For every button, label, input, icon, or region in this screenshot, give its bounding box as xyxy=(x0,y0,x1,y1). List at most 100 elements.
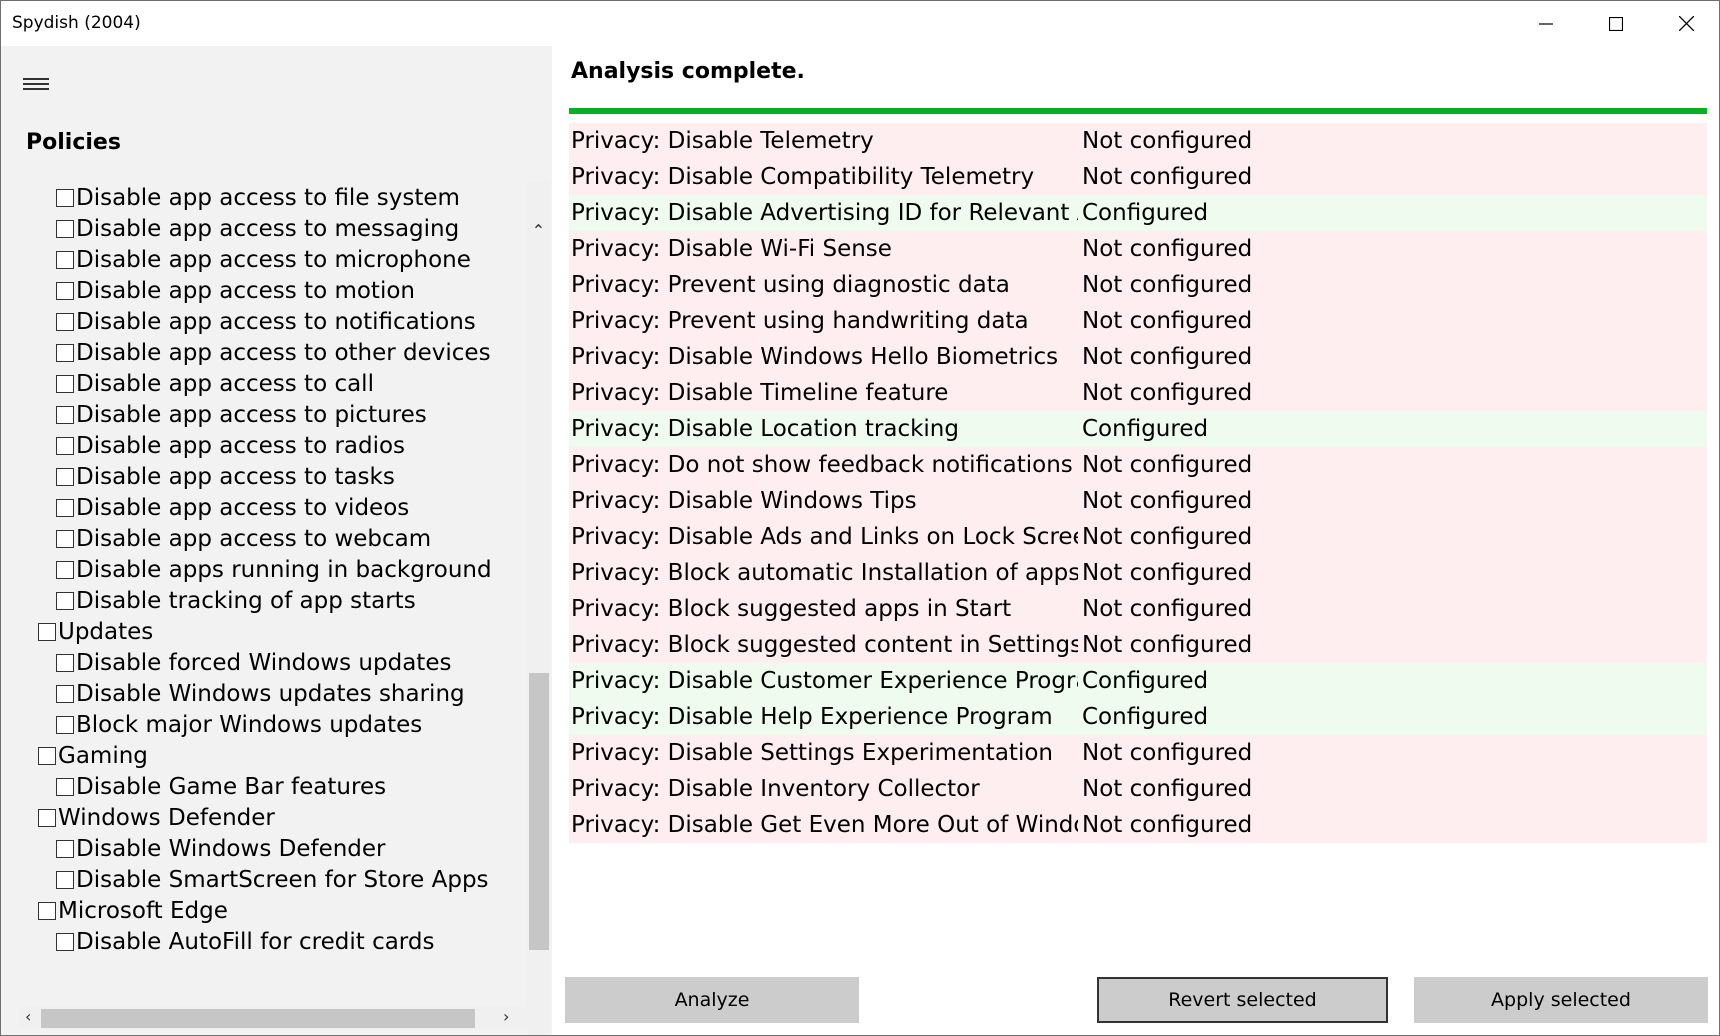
result-row[interactable]: Privacy: Block suggested apps in Start No… xyxy=(569,591,1707,627)
result-row[interactable]: Privacy: Prevent using handwriting data N… xyxy=(569,303,1707,339)
result-row[interactable]: Privacy: Disable Windows Hello Biometric… xyxy=(569,339,1707,375)
tree-item[interactable]: Block major Windows updates xyxy=(56,708,422,742)
tree-item[interactable]: Disable app access to webcam xyxy=(56,522,431,556)
result-name: Privacy: Block suggested apps in Start xyxy=(571,596,1012,622)
tree-item[interactable]: Disable Windows updates sharing xyxy=(56,677,465,711)
scroll-left-icon[interactable]: ‹ xyxy=(25,1007,31,1026)
tree-item[interactable]: Disable apps running in background xyxy=(56,553,492,587)
checkbox[interactable] xyxy=(38,902,56,920)
checkbox[interactable] xyxy=(56,654,74,672)
result-row[interactable]: Privacy: Disable Customer Experience Pro… xyxy=(569,663,1707,699)
checkbox[interactable] xyxy=(56,189,74,207)
analyze-button[interactable]: Analyze xyxy=(565,977,859,1023)
close-button[interactable] xyxy=(1651,1,1719,46)
tree-item-label: Gaming xyxy=(58,743,148,769)
checkbox[interactable] xyxy=(56,220,74,238)
tree-item[interactable]: Updates xyxy=(38,615,153,649)
tree-item[interactable]: Disable app access to videos xyxy=(56,491,409,525)
result-row[interactable]: Privacy: Disable Telemetry Not configured xyxy=(569,123,1707,159)
checkbox[interactable] xyxy=(56,344,74,362)
tree-item-label: Disable app access to radios xyxy=(76,433,406,459)
result-row[interactable]: Privacy: Disable Ads and Links on Lock S… xyxy=(569,519,1707,555)
tree-item[interactable]: Gaming xyxy=(38,739,148,773)
tree-item[interactable]: Disable app access to messaging xyxy=(56,212,459,246)
hscrollbar-thumb[interactable] xyxy=(41,1009,475,1028)
result-row[interactable]: Privacy: Disable Settings Experimentatio… xyxy=(569,735,1707,771)
checkbox[interactable] xyxy=(56,406,74,424)
progress-bar xyxy=(569,108,1707,114)
result-state: Not configured xyxy=(1082,560,1253,586)
minimize-button[interactable] xyxy=(1511,1,1581,46)
checkbox[interactable] xyxy=(56,468,74,486)
tree-item[interactable]: Disable SmartScreen for Store Apps xyxy=(56,863,489,897)
checkbox[interactable] xyxy=(56,561,74,579)
tree-item-label: Disable app access to pictures xyxy=(76,402,427,428)
checkbox[interactable] xyxy=(56,778,74,796)
checkbox[interactable] xyxy=(56,437,74,455)
result-row[interactable]: Privacy: Block automatic Installation of… xyxy=(569,555,1707,591)
result-name: Privacy: Disable Customer Experience Pro… xyxy=(571,668,1078,694)
result-state: Not configured xyxy=(1082,740,1253,766)
result-row[interactable]: Privacy: Disable Windows Tips Not configu… xyxy=(569,483,1707,519)
checkbox[interactable] xyxy=(56,685,74,703)
tree-item[interactable]: Disable app access to tasks xyxy=(56,460,395,494)
checkbox[interactable] xyxy=(38,809,56,827)
tree-item[interactable]: Disable app access to notifications xyxy=(56,305,476,339)
scroll-up-icon[interactable]: ⌃ xyxy=(527,221,550,240)
checkbox[interactable] xyxy=(56,592,74,610)
tree-item[interactable]: Disable app access to radios xyxy=(56,429,405,463)
scrollbar-thumb[interactable] xyxy=(529,673,549,950)
hamburger-menu-icon[interactable] xyxy=(23,78,49,92)
result-row[interactable]: Privacy: Disable Compatibility Telemetry… xyxy=(569,159,1707,195)
results-list: Privacy: Disable Telemetry Not configured… xyxy=(569,123,1707,843)
tree-item[interactable]: Microsoft Edge xyxy=(38,894,228,928)
checkbox[interactable] xyxy=(56,282,74,300)
checkbox[interactable] xyxy=(56,716,74,734)
title-bar: Spydish (2004) xyxy=(1,1,1719,46)
result-row[interactable]: Privacy: Disable Timeline feature Not con… xyxy=(569,375,1707,411)
revert-selected-button[interactable]: Revert selected xyxy=(1097,977,1388,1023)
tree-item[interactable]: Disable AutoFill for credit cards xyxy=(56,925,434,959)
tree-item[interactable]: Disable forced Windows updates xyxy=(56,646,451,680)
checkbox[interactable] xyxy=(56,840,74,858)
horizontal-scrollbar[interactable]: ‹ › xyxy=(19,1007,527,1029)
tree-item[interactable]: Disable tracking of app starts xyxy=(56,584,416,618)
result-row[interactable]: Privacy: Disable Advertising ID for Rele… xyxy=(569,195,1707,231)
result-state: Not configured xyxy=(1082,524,1253,550)
tree-item[interactable]: Windows Defender xyxy=(38,801,275,835)
result-state: Not configured xyxy=(1082,596,1253,622)
result-row[interactable]: Privacy: Disable Location tracking Config… xyxy=(569,411,1707,447)
progress-fill xyxy=(569,108,1707,114)
result-row[interactable]: Privacy: Disable Get Even More Out of Wi… xyxy=(569,807,1707,843)
tree-item[interactable]: Disable Windows Defender xyxy=(56,832,386,866)
checkbox[interactable] xyxy=(38,747,56,765)
result-row[interactable]: Privacy: Block suggested content in Sett… xyxy=(569,627,1707,663)
minimize-icon xyxy=(1539,22,1553,25)
tree-item-label: Windows Defender xyxy=(58,805,275,831)
checkbox[interactable] xyxy=(56,871,74,889)
checkbox[interactable] xyxy=(56,251,74,269)
maximize-button[interactable] xyxy=(1581,1,1651,46)
checkbox[interactable] xyxy=(56,530,74,548)
result-row[interactable]: Privacy: Prevent using diagnostic data No… xyxy=(569,267,1707,303)
tree-item[interactable]: Disable app access to motion xyxy=(56,274,415,308)
result-row[interactable]: Privacy: Do not show feedback notificati… xyxy=(569,447,1707,483)
apply-selected-button[interactable]: Apply selected xyxy=(1414,977,1708,1023)
vertical-scrollbar[interactable]: ⌃ ⌄ xyxy=(527,181,550,1035)
checkbox[interactable] xyxy=(56,375,74,393)
scroll-right-icon[interactable]: › xyxy=(503,1007,509,1026)
tree-item[interactable]: Disable app access to call xyxy=(56,367,374,401)
checkbox[interactable] xyxy=(56,933,74,951)
checkbox[interactable] xyxy=(56,499,74,517)
result-row[interactable]: Privacy: Disable Wi-Fi Sense Not configur… xyxy=(569,231,1707,267)
tree-item-label: Microsoft Edge xyxy=(58,898,228,924)
result-row[interactable]: Privacy: Disable Help Experience Program… xyxy=(569,699,1707,735)
tree-item[interactable]: Disable app access to microphone xyxy=(56,243,471,277)
result-row[interactable]: Privacy: Disable Inventory Collector Not … xyxy=(569,771,1707,807)
tree-item[interactable]: Disable app access to pictures xyxy=(56,398,427,432)
tree-item[interactable]: Disable Game Bar features xyxy=(56,770,386,804)
checkbox[interactable] xyxy=(56,313,74,331)
checkbox[interactable] xyxy=(38,623,56,641)
tree-item[interactable]: Disable app access to other devices xyxy=(56,336,491,370)
tree-item[interactable]: Disable app access to file system xyxy=(56,181,460,215)
